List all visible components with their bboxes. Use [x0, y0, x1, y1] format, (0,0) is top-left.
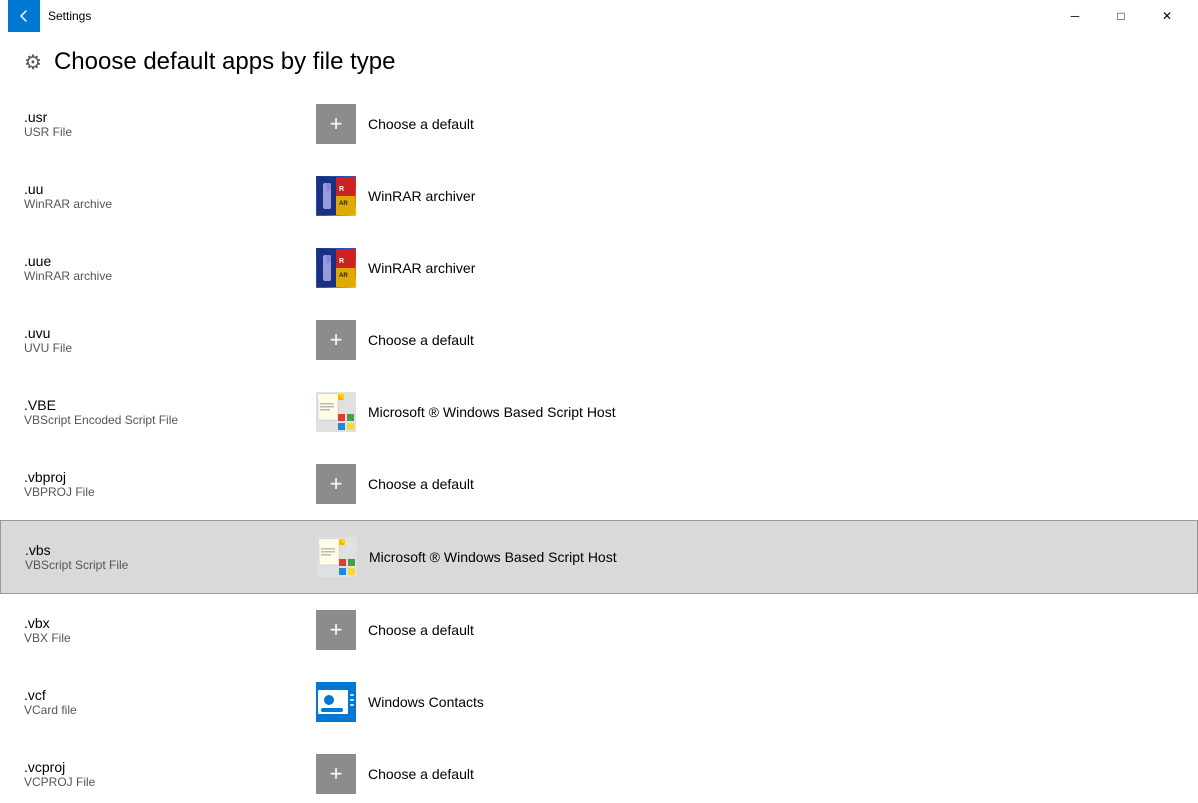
file-extension: .vcf [24, 687, 304, 703]
file-extension: .vbs [25, 542, 305, 558]
app-selector[interactable]: Choose a default [304, 96, 1174, 152]
file-extension: .uu [24, 181, 304, 197]
svg-text:AR: AR [339, 201, 348, 207]
file-extension-col: .vbsVBScript Script File [25, 542, 305, 572]
page-title: Choose default apps by file type [54, 48, 396, 76]
file-extension: .uue [24, 253, 304, 269]
svg-text:R: R [339, 258, 344, 265]
file-row: .vbprojVBPROJ File Choose a default [0, 448, 1198, 520]
file-description: VBScript Script File [25, 558, 305, 572]
svg-text:AR: AR [339, 273, 348, 279]
file-row: .vcprojVCPROJ File Choose a default [0, 738, 1198, 803]
app-name: Windows Contacts [368, 694, 484, 710]
main-content: .usrUSR FileChoose a default.uuWinRAR ar… [0, 88, 1198, 803]
contacts-app-icon [316, 682, 356, 722]
app-selector[interactable]: Choose a default [304, 602, 1174, 658]
file-row: .uvuUVU File Choose a default [0, 304, 1198, 376]
file-row: .uuWinRAR archive R AR WinRAR archiver [0, 160, 1198, 232]
script-host-app-icon [316, 392, 356, 432]
app-selector[interactable]: R AR WinRAR archiver [304, 240, 1174, 296]
file-extension-col: .vcfVCard file [24, 687, 304, 717]
settings-icon: ⚙ [24, 50, 42, 75]
file-extension-col: .usrUSR File [24, 109, 304, 139]
file-row: .vbxVBX File Choose a default [0, 594, 1198, 666]
close-button[interactable]: ✕ [1144, 0, 1190, 32]
choose-default-icon [316, 320, 356, 360]
page-header: ⚙ Choose default apps by file type [0, 32, 1198, 88]
choose-default-icon [316, 754, 356, 794]
app-name: Microsoft ® Windows Based Script Host [368, 404, 616, 420]
winrar-app-icon: R AR [316, 248, 356, 288]
file-extension-col: .uuWinRAR archive [24, 181, 304, 211]
file-extension: .vbproj [24, 469, 304, 485]
file-extension-col: .uvuUVU File [24, 325, 304, 355]
app-name: Choose a default [368, 476, 474, 492]
file-extension: .vbx [24, 615, 304, 631]
file-description: VBX File [24, 631, 304, 645]
minimize-button[interactable]: ─ [1052, 0, 1098, 32]
file-extension: .uvu [24, 325, 304, 341]
back-button[interactable] [8, 0, 40, 32]
app-selector[interactable]: R AR WinRAR archiver [304, 168, 1174, 224]
choose-default-icon [316, 610, 356, 650]
file-extension-col: .vcprojVCPROJ File [24, 759, 304, 789]
app-name: WinRAR archiver [368, 260, 475, 276]
file-row: .vbsVBScript Script File Microsoft ® Win… [0, 520, 1198, 594]
file-extension-col: .vbprojVBPROJ File [24, 469, 304, 499]
script-host-app-icon [317, 537, 357, 577]
file-extension-col: .VBEVBScript Encoded Script File [24, 397, 304, 427]
app-name: Choose a default [368, 622, 474, 638]
file-description: VCard file [24, 703, 304, 717]
file-description: UVU File [24, 341, 304, 355]
file-extension: .VBE [24, 397, 304, 413]
winrar-app-icon: R AR [316, 176, 356, 216]
file-row: .uueWinRAR archive R AR WinRAR archiver [0, 232, 1198, 304]
app-selector[interactable]: Microsoft ® Windows Based Script Host [304, 384, 1174, 440]
title-bar: Settings ─ □ ✕ [0, 0, 1198, 32]
file-type-list: .usrUSR FileChoose a default.uuWinRAR ar… [0, 88, 1198, 803]
file-row: .vcfVCard file Windows Contacts [0, 666, 1198, 738]
file-extension-col: .uueWinRAR archive [24, 253, 304, 283]
app-name: Choose a default [368, 332, 474, 348]
file-description: WinRAR archive [24, 269, 304, 283]
choose-default-icon [316, 464, 356, 504]
app-selector[interactable]: Microsoft ® Windows Based Script Host [305, 529, 1173, 585]
maximize-button[interactable]: □ [1098, 0, 1144, 32]
file-extension: .usr [24, 109, 304, 125]
app-selector[interactable]: Windows Contacts [304, 674, 1174, 730]
file-extension-col: .vbxVBX File [24, 615, 304, 645]
app-name: Choose a default [368, 766, 474, 782]
app-selector[interactable]: Choose a default [304, 312, 1174, 368]
app-selector[interactable]: Choose a default [304, 746, 1174, 802]
svg-text:R: R [339, 186, 344, 193]
app-selector[interactable]: Choose a default [304, 456, 1174, 512]
file-description: VBScript Encoded Script File [24, 413, 304, 427]
app-name: WinRAR archiver [368, 188, 475, 204]
choose-default-icon [316, 104, 356, 144]
file-extension: .vcproj [24, 759, 304, 775]
window-title: Settings [40, 9, 1052, 23]
file-description: USR File [24, 125, 304, 139]
app-name: Choose a default [368, 116, 474, 132]
window-controls: ─ □ ✕ [1052, 0, 1190, 32]
app-name: Microsoft ® Windows Based Script Host [369, 549, 617, 565]
file-description: WinRAR archive [24, 197, 304, 211]
file-row: .VBEVBScript Encoded Script File Microso… [0, 376, 1198, 448]
file-description: VCPROJ File [24, 775, 304, 789]
file-row: .usrUSR File Choose a default [0, 88, 1198, 160]
file-description: VBPROJ File [24, 485, 304, 499]
